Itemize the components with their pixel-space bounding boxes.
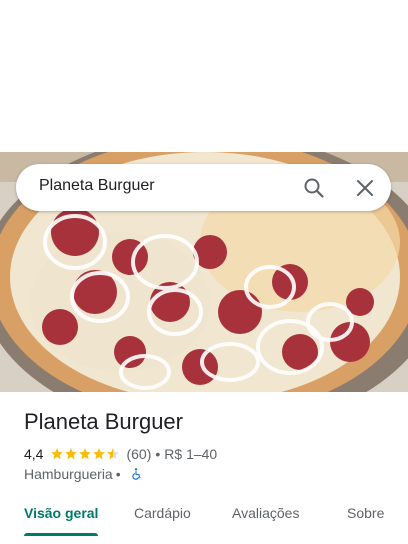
close-icon[interactable] (353, 176, 377, 200)
search-icon[interactable] (302, 176, 326, 200)
star-icon (51, 448, 64, 460)
search-bar[interactable]: Planeta Burguer (16, 164, 391, 211)
tab-overview[interactable]: Visão geral (24, 505, 98, 521)
review-count[interactable]: (60) (126, 446, 151, 462)
tab-about[interactable]: Sobre (347, 505, 384, 521)
map-area-blank (0, 0, 408, 152)
half-star-icon (107, 448, 120, 460)
tab-menu[interactable]: Cardápio (134, 505, 191, 521)
star-icon (65, 448, 78, 460)
rating-value: 4,4 (24, 446, 44, 462)
wheelchair-icon (131, 468, 141, 480)
star-icon (79, 448, 92, 460)
search-input[interactable]: Planeta Burguer (39, 177, 155, 195)
separator: • (155, 446, 161, 462)
active-tab-indicator (24, 533, 98, 536)
place-tabs: Visão geral Cardápio Avaliações Sobre (0, 492, 408, 544)
separator: • (115, 466, 121, 482)
rating-row[interactable]: 4,4 (60) • R$ 1–40 (24, 445, 217, 463)
category-row: Hamburgueria • (24, 465, 143, 483)
star-rating (50, 447, 120, 461)
star-icon (93, 448, 106, 460)
price-range: R$ 1–40 (164, 446, 218, 462)
place-name: Planeta Burguer (24, 409, 183, 434)
tab-reviews[interactable]: Avaliações (232, 505, 299, 521)
place-category: Hamburgueria (24, 466, 113, 482)
